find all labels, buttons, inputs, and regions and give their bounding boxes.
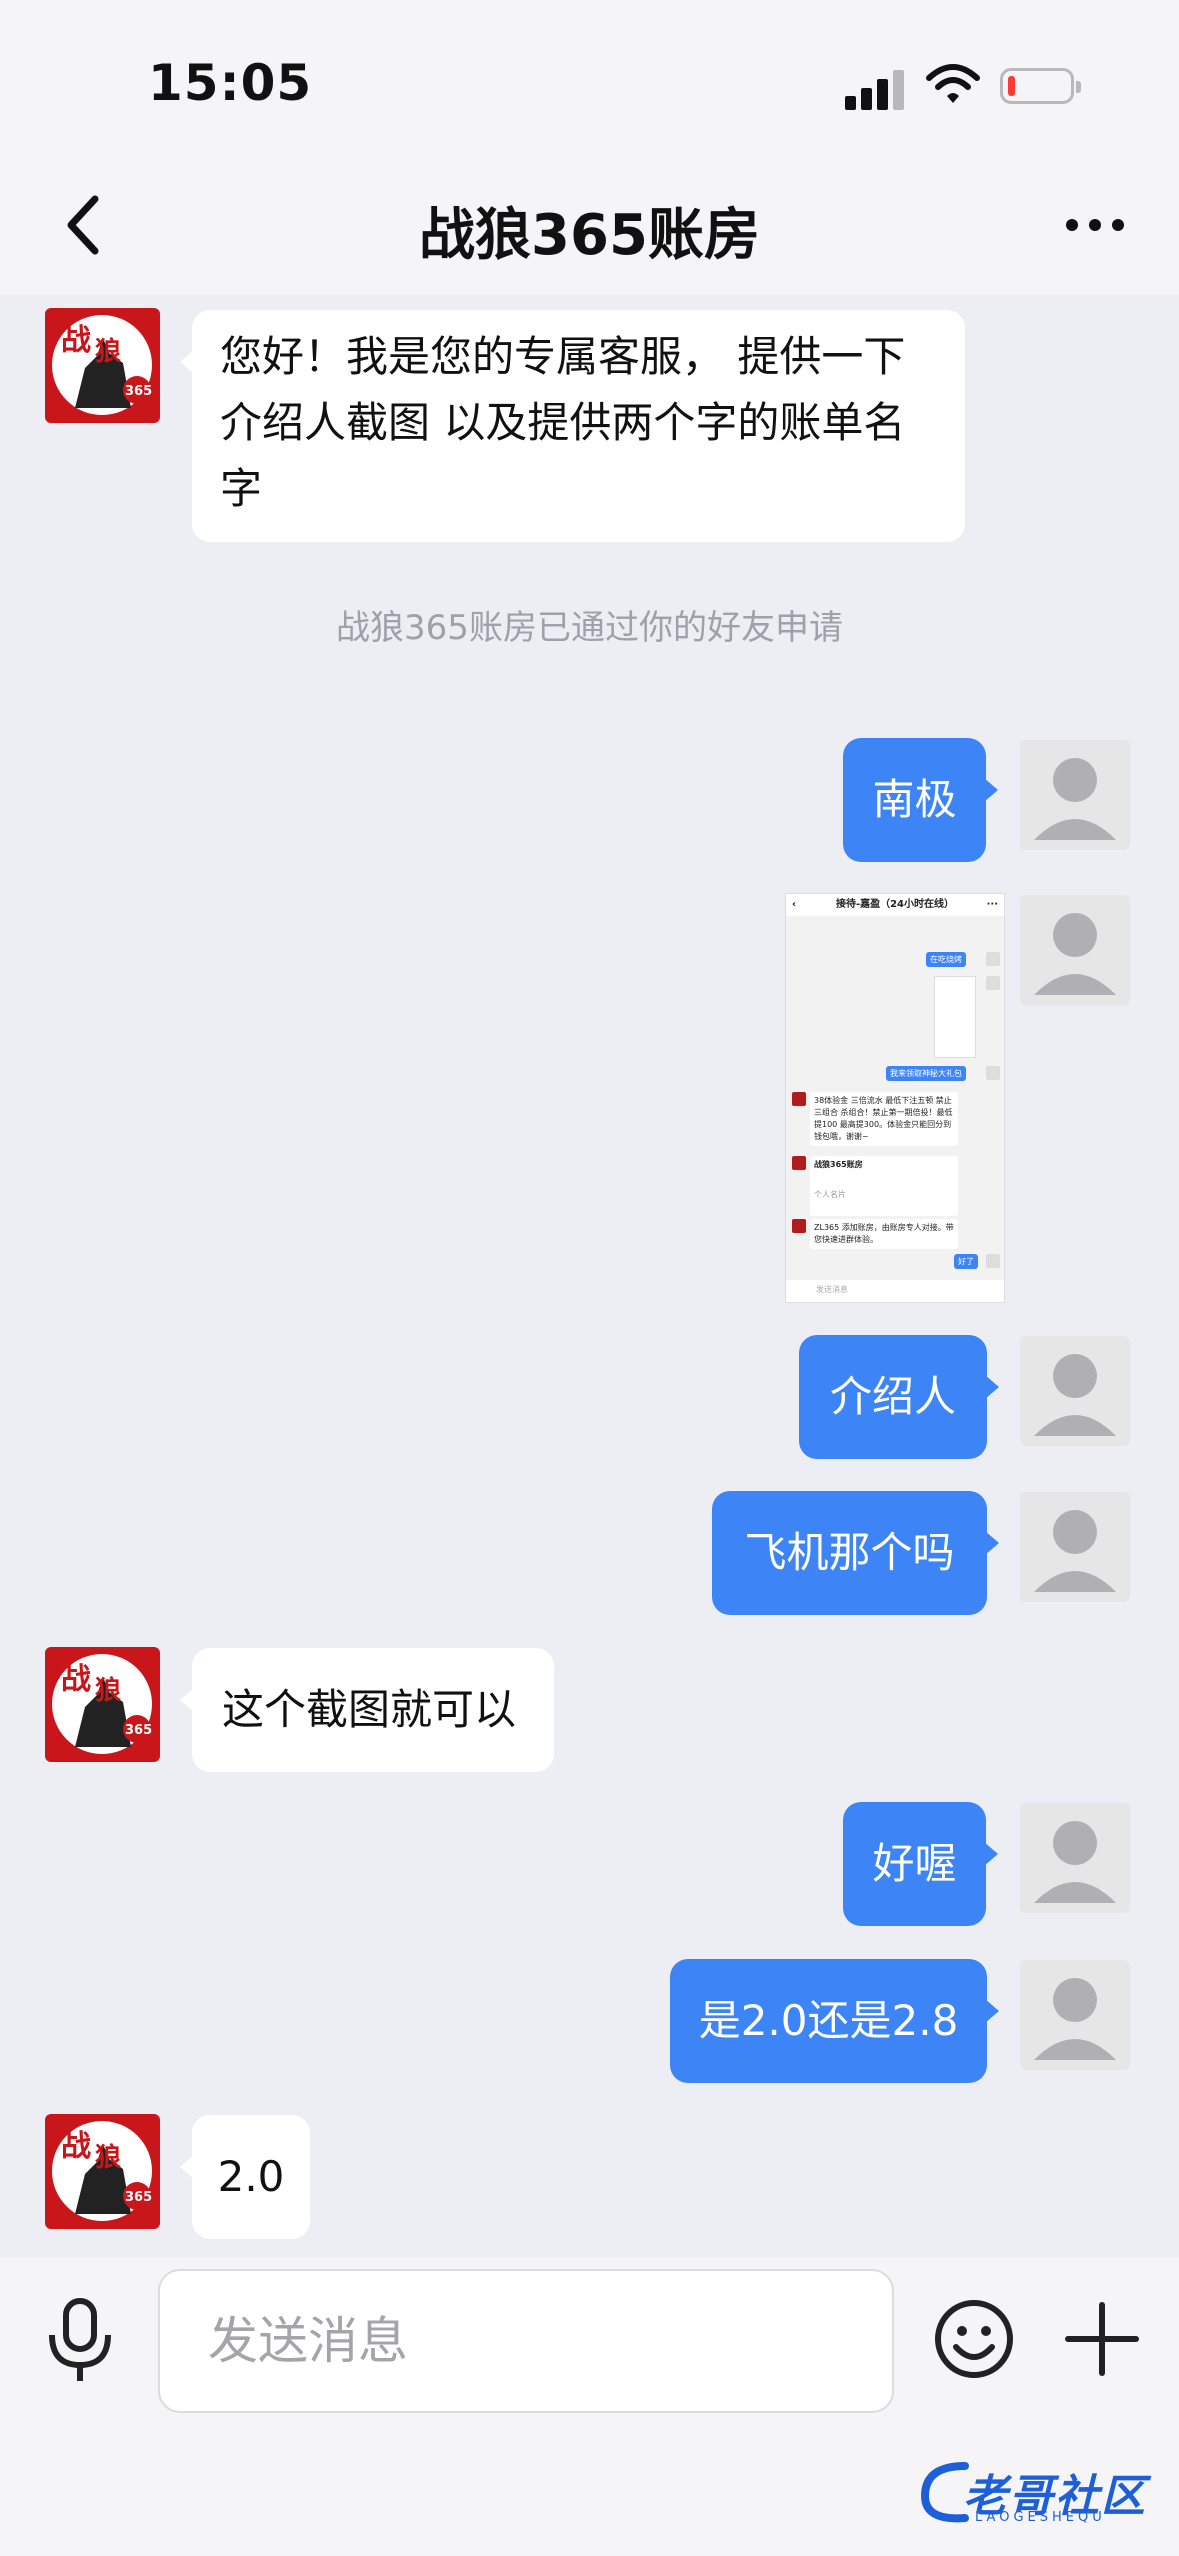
default-person-icon	[1020, 895, 1130, 1005]
screenshot-avatar	[792, 1156, 806, 1170]
message-text: 南极	[872, 775, 957, 824]
screenshot-avatar	[986, 1066, 1000, 1080]
svg-text:战: 战	[61, 2129, 91, 2164]
screenshot-avatar	[986, 1254, 1000, 1268]
message-bubble-incoming[interactable]: 这个截图就可以	[180, 1648, 554, 1772]
screenshot-avatar	[792, 1092, 806, 1106]
screenshot-input-bar: 发送消息	[786, 1280, 1004, 1302]
screenshot-message: ZL365 添加账房，由账房专人对接。带您快速进群体验。	[810, 1219, 958, 1249]
svg-text:365: 365	[125, 2190, 152, 2205]
svg-text:战: 战	[61, 1662, 91, 1697]
svg-text:365: 365	[125, 384, 152, 399]
agent-avatar[interactable]: 战 狼 365	[45, 308, 160, 423]
default-person-icon	[1020, 1960, 1130, 2070]
wolf-logo-icon: 战 狼 365	[52, 315, 152, 415]
chat-area[interactable]: 战 狼 365 您好！我是您的专属客服， 提供一下介绍人截图 以及提供两个字的账…	[0, 0, 1179, 2257]
user-avatar[interactable]	[1020, 1960, 1130, 2070]
screenshot-message: 在吃烧烤	[926, 952, 966, 967]
message-bubble-outgoing[interactable]: 介绍人	[799, 1335, 999, 1459]
system-notice: 战狼365账房已通过你的好友申请	[336, 608, 843, 648]
shared-screenshot-image[interactable]: ‹ 接待-嘉盈（24小时在线） ··· 在吃烧烤 我来领取神秘大礼包 38体验金…	[785, 893, 1005, 1303]
svg-text:狼: 狼	[95, 336, 121, 367]
svg-text:战: 战	[61, 323, 91, 358]
user-avatar[interactable]	[1020, 895, 1130, 1005]
screenshot-avatar	[986, 952, 1000, 966]
screenshot-thumbnail	[934, 976, 976, 1058]
watermark-logo: 老哥社区 LAOGESHEQU	[915, 2446, 1165, 2541]
svg-text:狼: 狼	[95, 1675, 121, 1706]
card-title: 战狼365账房	[814, 1160, 863, 1169]
user-avatar[interactable]	[1020, 740, 1130, 850]
message-bubble-outgoing[interactable]: 南极	[843, 738, 998, 862]
wolf-logo-icon: 战 狼 365	[52, 2121, 152, 2221]
user-avatar[interactable]	[1020, 1336, 1130, 1446]
default-person-icon	[1020, 1803, 1130, 1913]
screenshot-title: 接待-嘉盈（24小时在线）	[835, 899, 955, 910]
screenshot-avatar	[792, 1219, 806, 1233]
more-icon: ···	[986, 899, 998, 910]
user-avatar[interactable]	[1020, 1492, 1130, 1602]
screenshot-message: 好了	[954, 1254, 978, 1269]
message-text: 您好！我是您的专属客服， 提供一下介绍人截图 以及提供两个字的账单名字	[220, 332, 906, 513]
svg-text:365: 365	[125, 1723, 152, 1738]
agent-avatar[interactable]: 战 狼 365	[45, 2114, 160, 2229]
screenshot-avatar	[986, 976, 1000, 990]
back-chevron-icon: ‹	[792, 899, 797, 910]
microphone-icon[interactable]	[40, 2295, 120, 2385]
wolf-logo-icon: 战 狼 365	[52, 1654, 152, 1754]
agent-avatar[interactable]: 战 狼 365	[45, 1647, 160, 1762]
message-text: 这个截图就可以	[222, 1685, 517, 1734]
default-person-icon	[1020, 740, 1130, 850]
message-text: 好喔	[872, 1839, 957, 1888]
plus-icon[interactable]	[1060, 2297, 1144, 2381]
message-text: 是2.0还是2.8	[698, 1996, 959, 2045]
message-bubble-outgoing[interactable]: 飞机那个吗	[712, 1491, 999, 1615]
screenshot-message: 我来领取神秘大礼包	[886, 1066, 966, 1081]
message-text: 飞机那个吗	[744, 1528, 955, 1577]
message-bubble-outgoing[interactable]: 好喔	[843, 1802, 998, 1926]
message-text: 2.0	[217, 2152, 285, 2201]
screenshot-message: 38体验金 三倍流水 最低下注五顿 禁止三组合 杀组合！禁止第一期倍投！最低提1…	[810, 1092, 958, 1146]
message-text: 介绍人	[829, 1372, 956, 1421]
card-subtitle: 个人名片	[814, 1190, 846, 1199]
message-bubble-outgoing[interactable]: 是2.0还是2.8	[670, 1959, 999, 2083]
default-person-icon	[1020, 1336, 1130, 1446]
default-person-icon	[1020, 1492, 1130, 1602]
emoji-icon[interactable]	[932, 2297, 1016, 2381]
screenshot-header: ‹ 接待-嘉盈（24小时在线） ···	[786, 894, 1004, 916]
message-bubble-incoming[interactable]: 2.0	[180, 2115, 310, 2239]
user-avatar[interactable]	[1020, 1803, 1130, 1913]
message-input[interactable]: 发送消息	[158, 2269, 894, 2413]
message-bubble-incoming[interactable]: 您好！我是您的专属客服， 提供一下介绍人截图 以及提供两个字的账单名字	[180, 310, 965, 542]
screenshot-contact-card: 战狼365账房 个人名片	[810, 1156, 958, 1216]
svg-text:狼: 狼	[95, 2142, 121, 2173]
